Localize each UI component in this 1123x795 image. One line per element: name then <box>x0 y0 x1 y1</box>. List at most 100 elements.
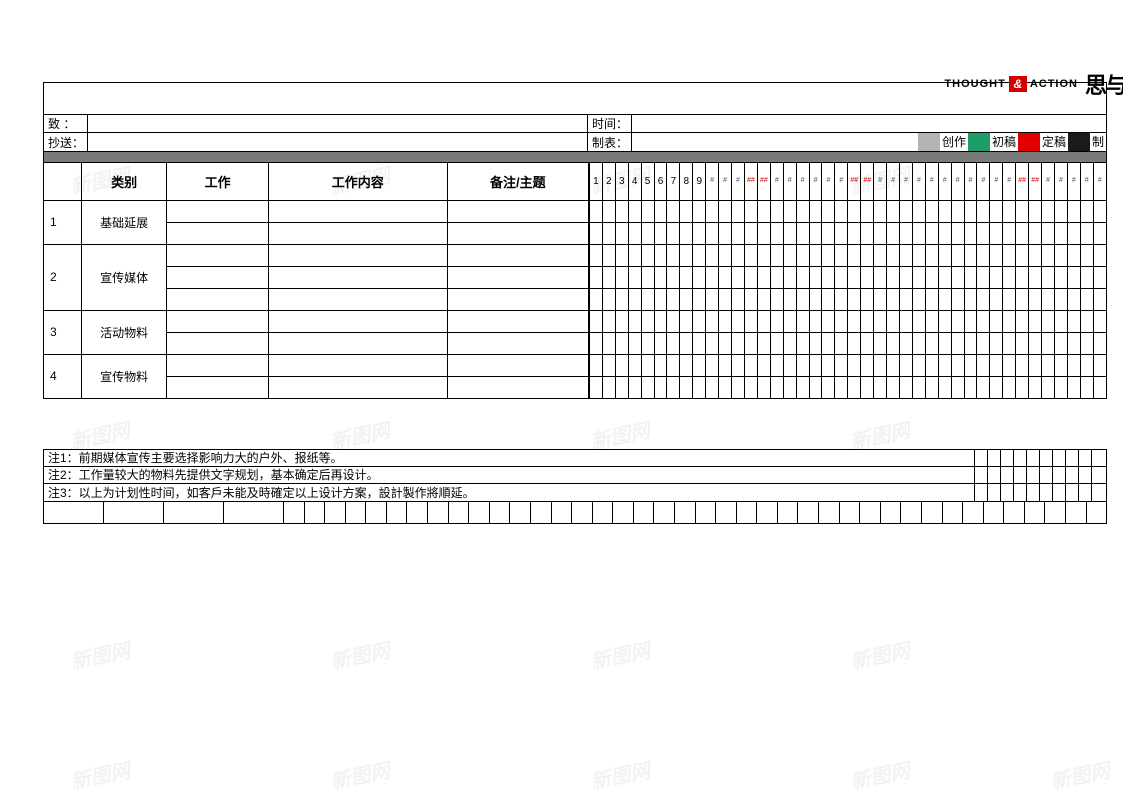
gantt-cell <box>848 222 861 244</box>
gantt-cell <box>693 222 706 244</box>
gantt-cell <box>757 354 770 376</box>
gantt-cell <box>1067 288 1080 310</box>
gantt-cell <box>874 244 887 266</box>
gantt-cell <box>848 266 861 288</box>
gantt-cell <box>848 288 861 310</box>
gantt-cell <box>900 310 913 332</box>
gantt-cell <box>990 354 1003 376</box>
gantt-cell <box>732 200 745 222</box>
gantt-cell <box>964 266 977 288</box>
gantt-cell <box>1029 244 1042 266</box>
gantt-cell <box>1003 266 1016 288</box>
cell-work <box>167 376 268 398</box>
gantt-cell <box>900 200 913 222</box>
gantt-day-14: ## <box>757 162 770 200</box>
table-row: 1基础延展 <box>44 200 589 222</box>
gantt-cell <box>951 310 964 332</box>
gantt-cell <box>822 222 835 244</box>
cell-content <box>268 288 447 310</box>
gantt-cell <box>1016 332 1029 354</box>
gantt-cell <box>938 310 951 332</box>
gantt-cell <box>693 200 706 222</box>
gantt-cell <box>796 354 809 376</box>
gantt-cell <box>732 332 745 354</box>
gantt-cell <box>938 288 951 310</box>
gantt-cell <box>925 332 938 354</box>
gantt-cell <box>641 222 654 244</box>
gantt-cell <box>654 200 667 222</box>
gantt-cell <box>602 244 615 266</box>
time-value <box>632 115 1107 133</box>
gantt-cell <box>1067 332 1080 354</box>
gantt-cell <box>589 310 602 332</box>
gantt-cell <box>835 288 848 310</box>
cell-content <box>268 266 447 288</box>
cell-note <box>447 376 588 398</box>
gantt-cell <box>977 288 990 310</box>
gantt-cell <box>1029 310 1042 332</box>
watermark: 新图网 <box>848 634 913 675</box>
gantt-cell <box>770 288 783 310</box>
gantt-day-21: ## <box>848 162 861 200</box>
gantt-cell <box>822 310 835 332</box>
note-row: 注2：工作量较大的物料先提供文字规划，基本确定后再设计。 <box>44 467 1106 484</box>
gantt-cell <box>783 310 796 332</box>
gantt-cell <box>951 244 964 266</box>
gantt-cell <box>680 200 693 222</box>
gantt-cell <box>874 266 887 288</box>
gantt-cell <box>770 200 783 222</box>
row-index: 1 <box>44 200 82 244</box>
gantt-cell <box>1080 332 1093 354</box>
gantt-cell <box>887 200 900 222</box>
gantt-cell <box>809 354 822 376</box>
gantt-cell <box>1016 244 1029 266</box>
gantt-cell <box>861 288 874 310</box>
gantt-cell <box>1080 200 1093 222</box>
gantt-cell <box>719 310 732 332</box>
gantt-cell <box>951 200 964 222</box>
gantt-day-8: 8 <box>680 162 693 200</box>
note-text-3: 注3：以上为计划性时间，如客戶未能及時確定以上设计方案，設計製作將順延。 <box>44 484 974 501</box>
gantt-cell <box>861 332 874 354</box>
gantt-cell <box>796 200 809 222</box>
gantt-cell <box>628 354 641 376</box>
gantt-cell <box>1080 354 1093 376</box>
gantt-cell <box>628 222 641 244</box>
gantt-cell <box>693 354 706 376</box>
gantt-cell <box>693 266 706 288</box>
gantt-cell <box>719 244 732 266</box>
gantt-cell <box>990 332 1003 354</box>
gantt-cell <box>1054 222 1067 244</box>
cell-work <box>167 200 268 222</box>
gantt-cell <box>732 288 745 310</box>
gantt-cell <box>615 244 628 266</box>
gantt-cell <box>706 222 719 244</box>
gantt-cell <box>809 266 822 288</box>
gantt-cell <box>861 244 874 266</box>
gantt-cell <box>900 244 913 266</box>
gantt-cell <box>1042 200 1055 222</box>
gantt-cell <box>757 288 770 310</box>
gantt-cell <box>744 244 757 266</box>
gantt-cell <box>809 200 822 222</box>
gantt-cell <box>951 376 964 398</box>
gantt-cell <box>848 200 861 222</box>
gantt-row <box>589 200 1106 222</box>
cell-work <box>167 222 268 244</box>
gantt-cell <box>848 310 861 332</box>
gantt-cell <box>1042 310 1055 332</box>
schedule-grid: 类别 工作 工作内容 备注/主题 1基础延展2宣传媒体3活动物料4宣传物料 12… <box>43 162 1107 399</box>
gantt-cell <box>822 266 835 288</box>
to-label: 致 ： <box>44 115 88 133</box>
gantt-cell <box>667 332 680 354</box>
status-legend: 创作 初稿 定稿 制 <box>632 133 1106 151</box>
gantt-cell <box>912 222 925 244</box>
gantt-cell <box>744 376 757 398</box>
gantt-cell <box>667 266 680 288</box>
gantt-cell <box>706 244 719 266</box>
cell-work <box>167 310 268 332</box>
gantt-cell <box>744 288 757 310</box>
category-cell: 活动物料 <box>81 310 167 354</box>
gantt-cell <box>757 266 770 288</box>
gantt-cell <box>628 244 641 266</box>
